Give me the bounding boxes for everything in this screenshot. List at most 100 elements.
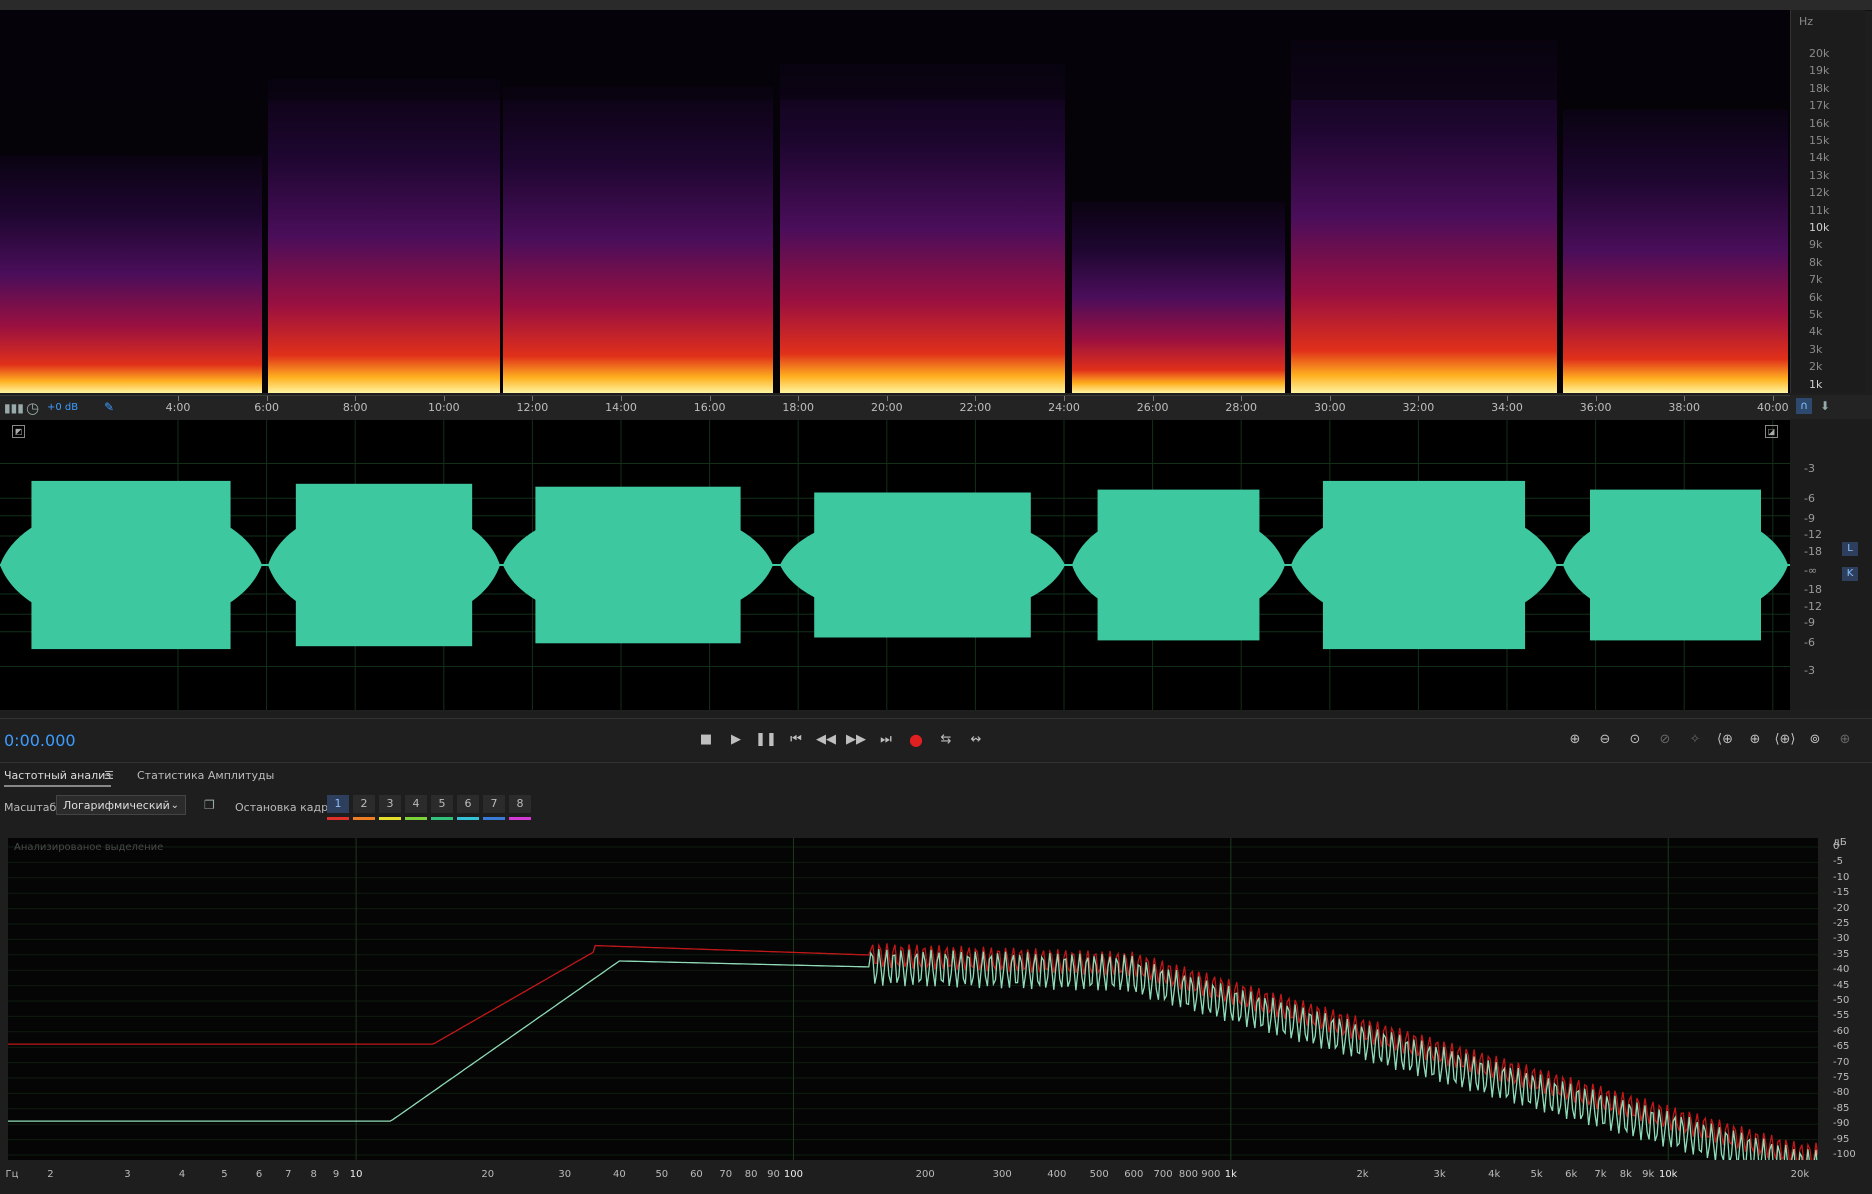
time-label: 12:00: [516, 401, 549, 414]
channel-left-toggle[interactable]: L: [1842, 542, 1858, 556]
time-label: 32:00: [1402, 401, 1435, 414]
time-tick: [1418, 396, 1420, 401]
waveform-canvas: [0, 420, 1790, 710]
frequency-axis: Гц 2 3 4 5 6 7 8 9 10 20 30 40 50 60 70 80 90 100 200 300 40…: [0, 1160, 1872, 1194]
time-ruler[interactable]: ▮▮▮ ◷ +0 dB ✎ 4:00 6:00 8:00 10:00 12:00 14:0…: [0, 395, 1790, 421]
panel-menu-icon[interactable]: ☰: [104, 769, 114, 782]
fast-forward-button[interactable]: ▶▶: [845, 729, 867, 751]
zoom-out-full-icon[interactable]: ⊚: [1804, 729, 1826, 751]
amplitude-tick-label: -12: [1804, 528, 1822, 541]
amplitude-tick-label: -18: [1804, 545, 1822, 558]
frequency-db-tick: -5: [1833, 856, 1843, 868]
current-time-display[interactable]: 0:00.000: [4, 731, 76, 750]
spectrogram-segment: [780, 63, 1065, 393]
pause-button[interactable]: ❚❚: [755, 729, 777, 751]
zoom-disabled-icon[interactable]: ⊕: [1834, 729, 1856, 751]
pin-icon[interactable]: ✎: [104, 400, 114, 414]
frequency-tick-label: 50: [655, 1169, 669, 1180]
frequency-tick-label: 100: [783, 1169, 804, 1180]
time-tick: [1241, 396, 1243, 401]
zoom-center-icon[interactable]: ✧: [1684, 729, 1706, 751]
time-tick: [975, 396, 977, 401]
analysis-panel-tabs: Частотный анализ ☰ Статистика Амплитуды: [0, 762, 1872, 789]
clock-icon[interactable]: ◷: [26, 399, 39, 417]
freeze-frame-button[interactable]: 5: [431, 795, 453, 813]
frequency-db-tick: -15: [1833, 887, 1850, 899]
amplitude-tick-label: -6: [1804, 636, 1815, 649]
rewind-button[interactable]: ◀◀: [815, 729, 837, 751]
skip-selection-button[interactable]: ↭: [965, 729, 987, 751]
hz-tick-label: 20k: [1809, 47, 1830, 60]
spectrogram-segment: [503, 86, 773, 393]
transport-bar: 0:00.000 ■ ▶ ❚❚ ⏮ ◀◀ ▶▶ ⏭ ● ⇆ ↭ ⊕ ⊖ ⊙ ⊘ …: [0, 718, 1872, 761]
freeze-frame-button[interactable]: 1: [327, 795, 349, 813]
hz-tick-label: 14k: [1809, 151, 1830, 165]
corner-left-icon[interactable]: ◩: [12, 425, 25, 438]
record-button[interactable]: ●: [905, 729, 927, 751]
gain-label[interactable]: +0 dB: [47, 402, 78, 413]
scale-dropdown[interactable]: Логарифмический ⌄: [56, 795, 186, 815]
frame-color-indicator: [327, 817, 349, 820]
frequency-tick-label: 90: [767, 1169, 780, 1180]
frequency-analysis-graph[interactable]: Анализированое выделение: [8, 838, 1818, 1160]
headphones-icon[interactable]: ∩: [1796, 398, 1812, 414]
zoom-selection-icon[interactable]: ⊘: [1654, 729, 1676, 751]
scale-label: Масштаб:: [4, 801, 60, 814]
zoom-full-icon[interactable]: ⟨⊕⟩: [1774, 729, 1796, 751]
waveform-display[interactable]: ◩ ◪: [0, 420, 1790, 710]
freeze-frame-button[interactable]: 6: [457, 795, 479, 813]
amplitude-tick-label: -12: [1804, 600, 1822, 613]
corner-right-icon[interactable]: ◪: [1765, 425, 1778, 438]
spectral-display[interactable]: [0, 10, 1790, 393]
amplitude-tick-label: -9: [1804, 616, 1815, 629]
amplitude-tick-label: -3: [1804, 664, 1815, 677]
freeze-frame-button[interactable]: 7: [483, 795, 505, 813]
zoom-in-amplitude-icon[interactable]: ⊕: [1564, 729, 1586, 751]
frequency-db-tick: -65: [1833, 1041, 1850, 1053]
time-label: 34:00: [1491, 401, 1523, 414]
zoom-in-time-icon[interactable]: ⊕: [1744, 729, 1766, 751]
frequency-db-tick: -85: [1833, 1102, 1850, 1114]
hz-tick-label: 7k: [1809, 273, 1823, 287]
tab-amplitude-statistics[interactable]: Статистика Амплитуды: [137, 769, 274, 782]
time-tick: [443, 396, 445, 401]
tab-frequency-analysis[interactable]: Частотный анализ: [4, 769, 112, 787]
frequency-db-tick: -80: [1833, 1087, 1850, 1099]
loop-button[interactable]: ⇆: [935, 729, 957, 751]
marker-pin-icon[interactable]: ⬇: [1820, 399, 1830, 413]
time-label: 4:00: [165, 401, 191, 414]
play-button[interactable]: ▶: [725, 729, 747, 751]
freeze-frame-button[interactable]: 4: [405, 795, 427, 813]
frequency-tick-label: 70: [719, 1169, 733, 1180]
copy-icon[interactable]: ❐: [204, 798, 215, 812]
frequency-tick-label: 4: [178, 1169, 186, 1180]
frequency-tick-label: 800: [1178, 1169, 1198, 1180]
meter-icon[interactable]: ▮▮▮: [4, 401, 24, 415]
frequency-tick-label: 300: [992, 1169, 1012, 1180]
freeze-frame-button[interactable]: 3: [379, 795, 401, 813]
hz-unit-label-bottom: Гц: [5, 1169, 19, 1180]
channel-right-toggle[interactable]: K: [1842, 567, 1858, 581]
zoom-in-left-icon[interactable]: ⟨⊕: [1714, 729, 1736, 751]
time-label: 20:00: [870, 401, 903, 414]
time-label: 14:00: [605, 401, 637, 414]
zoom-out-amplitude-icon[interactable]: ⊖: [1594, 729, 1616, 751]
amplitude-tick-label: -∞: [1804, 564, 1818, 577]
frequency-db-tick: 0: [1833, 841, 1840, 852]
zoom-reset-icon[interactable]: ⊙: [1624, 729, 1646, 751]
frequency-db-tick: -95: [1833, 1133, 1850, 1145]
time-label: 22:00: [959, 401, 992, 414]
freeze-frame-button[interactable]: 2: [353, 795, 375, 813]
frame-color-indicator: [457, 817, 479, 820]
freeze-frame-button[interactable]: 8: [509, 795, 531, 813]
frequency-db-tick: -55: [1833, 1010, 1850, 1022]
frequency-curve-red: [8, 942, 1818, 1160]
time-label: 38:00: [1668, 401, 1701, 414]
frequency-tick-label: 7: [285, 1169, 292, 1180]
time-tick: [886, 396, 888, 401]
frequency-tick-label: 4k: [1488, 1169, 1501, 1180]
stop-button[interactable]: ■: [695, 729, 717, 751]
go-to-start-button[interactable]: ⏮: [785, 729, 807, 751]
spectrogram-segment: [268, 78, 500, 393]
go-to-end-button[interactable]: ⏭: [875, 729, 897, 751]
